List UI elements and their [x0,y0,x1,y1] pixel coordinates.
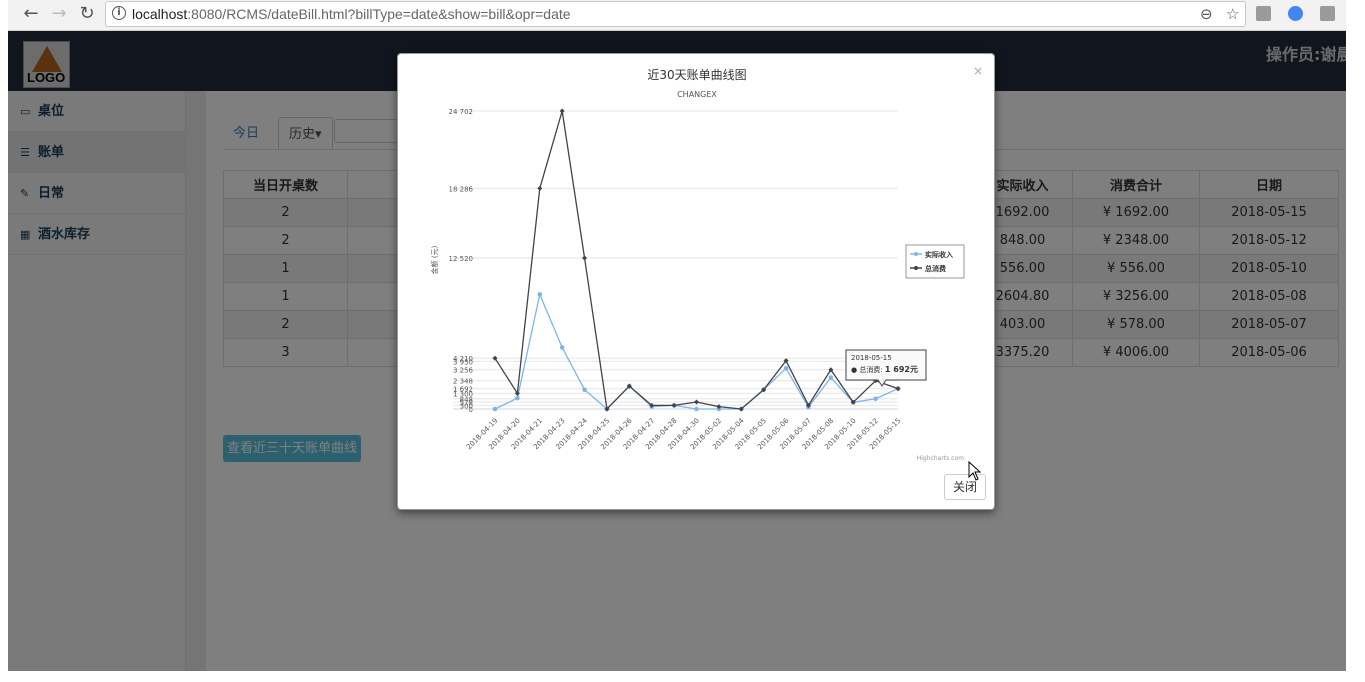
data-point [537,185,543,191]
data-point [694,399,699,405]
legend-marker [914,252,918,256]
menu-icon[interactable] [1320,6,1335,21]
extension-icon[interactable] [1256,6,1271,21]
page-bottom-edge [0,671,1365,682]
address-bar[interactable]: i localhost:8080/RCMS/dateBill.html?bill… [105,1,1246,27]
legend-box [905,244,965,279]
legend-label: 总消费 [925,264,946,273]
y-tick-label: 3 950 [453,358,473,366]
tooltip-value: 1 692元 [885,365,918,374]
legend-marker [914,266,918,270]
chart-credit: Highcharts.com [917,455,964,462]
series-line-1 [494,110,899,411]
tooltip-date: 2018-05-15 [851,354,892,362]
data-point [492,406,498,412]
mouse-cursor-icon [968,461,982,481]
series-line-0 [494,292,899,410]
data-point [582,387,587,392]
reload-icon[interactable]: ↻ [76,3,98,25]
data-point [582,255,588,261]
tooltip-value-row: ● 总消费: 1 692元 [851,365,918,374]
data-point [783,365,789,371]
data-point [873,396,878,402]
chart-modal: × 近30天账单曲线图 CHANGEX 24 702 18 286 12 520 4 21… [397,53,995,510]
bookmark-star-icon[interactable]: ☆ [1226,5,1239,23]
chart-title: 近30天账单曲线图 [647,68,746,82]
data-point [515,395,520,401]
info-icon[interactable]: i [112,6,126,20]
data-point [895,386,901,392]
data-point [559,345,565,350]
back-icon[interactable]: ← [20,3,42,25]
browser-toolbar: ← → ↻ i localhost:8080/RCMS/dateBill.htm… [8,0,1346,31]
y-tick-label: 2 348 [453,378,473,386]
legend-label: 实际收入 [925,250,953,259]
y-tick-label: 0 [469,406,473,414]
url-text[interactable]: localhost:8080/RCMS/dateBill.html?billTy… [132,6,571,22]
zoom-icon[interactable]: ⊖ [1200,5,1213,23]
profile-icon[interactable] [1288,6,1303,21]
data-point [828,375,834,380]
y-tick-label: 3 256 [453,367,474,375]
y-tick-label: 24 702 [449,108,474,116]
data-point [537,292,543,297]
y-axis-title: 金额 (元) [430,245,439,274]
y-tick-label: 18 286 [449,185,474,193]
y-tick-label: 12 520 [449,255,474,263]
page-right-edge [1346,0,1365,682]
bill-line-chart: 近30天账单曲线图CHANGEX24 70218 28612 5204 2103… [430,68,965,462]
data-point [694,406,699,412]
chart-subtitle: CHANGEX [677,90,717,99]
forward-icon[interactable]: → [48,3,70,25]
data-point [671,402,677,408]
data-point [559,108,565,114]
